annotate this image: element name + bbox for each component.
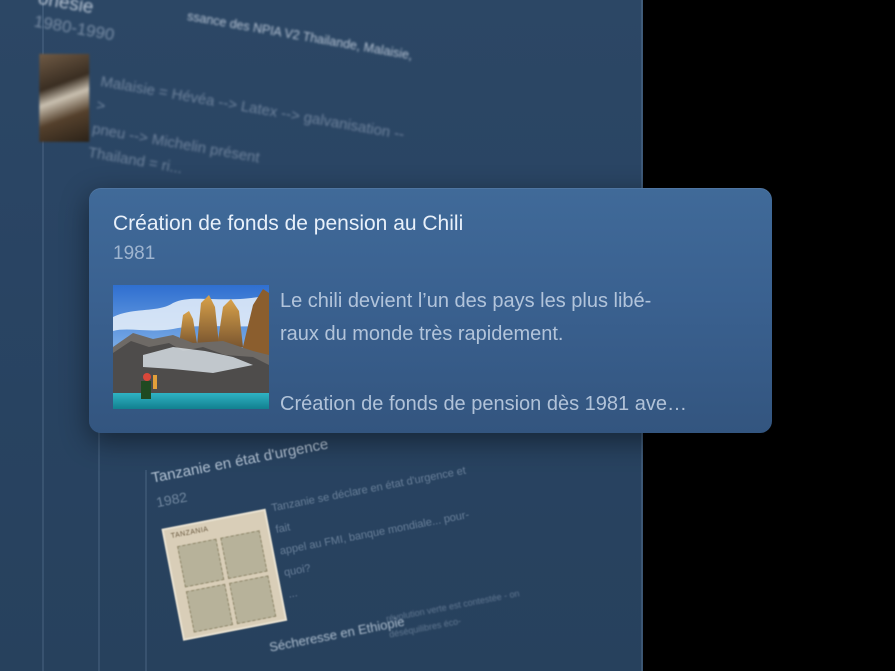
timeline-item-npia[interactable]: onésie ssance des NPIA V2 Thailande, Mal… [32, 0, 453, 177]
stamp-image [185, 583, 234, 633]
stamp-sheet-image: TANZANIA [161, 508, 288, 641]
selected-timeline-card[interactable]: Création de fonds de pension au Chili 19… [89, 188, 772, 433]
card-title: Création de fonds de pension au Chili [113, 212, 464, 235]
timeline-line [145, 470, 147, 671]
stamp-image [177, 538, 225, 588]
stamp-sheet-heading: TANZANIA [170, 525, 210, 541]
card-year: 1981 [113, 243, 156, 264]
description-line: Création de fonds de pension dès 1981 av… [280, 393, 687, 415]
item-thumbnail [39, 53, 90, 142]
description-line: Le chili devient l’un des pays les plus … [280, 290, 652, 312]
stamp-image [229, 575, 277, 625]
item-description: révolution verte est contestée - on désé… [385, 577, 568, 643]
description-line: raux du monde très rapidement. [280, 323, 564, 345]
card-description: Le chili devient l’un des pays les plus … [280, 285, 760, 415]
timeline-line [98, 430, 100, 671]
stamp-image [220, 530, 268, 580]
torres-del-paine-photo [113, 285, 269, 409]
